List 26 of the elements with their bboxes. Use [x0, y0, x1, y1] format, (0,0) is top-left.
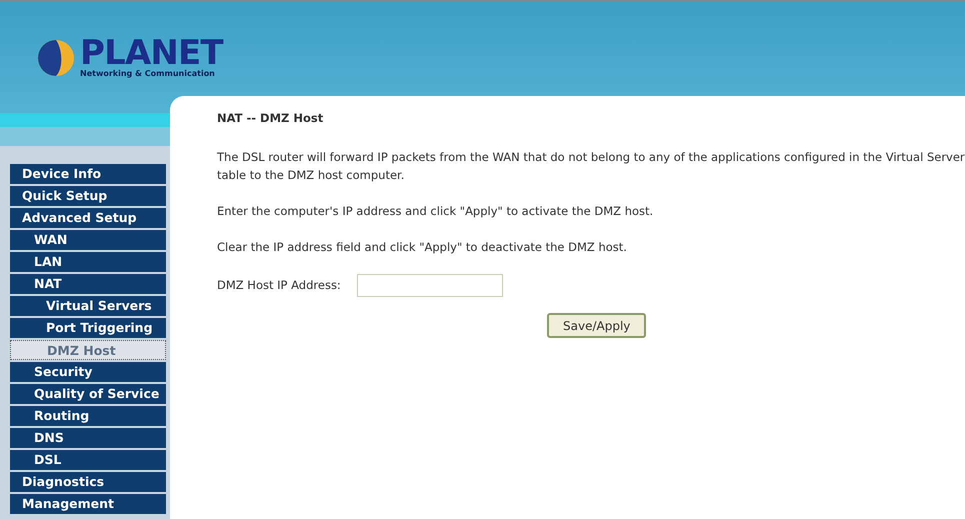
sidebar-item[interactable]: DSL: [10, 450, 166, 470]
sidebar-item[interactable]: Advanced Setup: [10, 208, 166, 228]
globe-icon: [36, 38, 76, 78]
sidebar-item[interactable]: Security: [10, 362, 166, 382]
sidebar-item[interactable]: DMZ Host: [10, 340, 166, 360]
description-text: The DSL router will forward IP packets from the WAN that do not belong to any of the applications configured in the Virtual Server table to the DMZ host computer.: [217, 149, 965, 184]
sidebar-item[interactable]: WAN: [10, 230, 166, 250]
logo-text: PLANET: [80, 37, 223, 69]
sidebar-item[interactable]: Diagnostics: [10, 472, 166, 492]
ip-address-field[interactable]: [356, 274, 503, 297]
sidebar-item[interactable]: DNS: [10, 428, 166, 448]
sidebar-item[interactable]: Virtual Servers: [10, 296, 166, 316]
save-apply-button[interactable]: Save/Apply: [547, 313, 646, 338]
instruction-text: Enter the computer's IP address and click "Apply" to activate the DMZ host.: [217, 203, 654, 220]
sidebar-item[interactable]: Quality of Service: [10, 384, 166, 404]
logo-tagline: Networking & Communication: [80, 69, 216, 79]
field-label: DMZ Host IP Address:: [217, 276, 341, 294]
sidebar-item[interactable]: Management: [10, 494, 166, 514]
sidebar-item[interactable]: Routing: [10, 406, 166, 426]
sidebar-item[interactable]: Quick Setup: [10, 186, 166, 206]
sidebar-item[interactable]: Port Triggering: [10, 318, 166, 338]
sidebar-item[interactable]: LAN: [10, 252, 166, 272]
page-title: NAT -- DMZ Host: [217, 110, 324, 126]
sidebar-item[interactable]: Device Info: [10, 164, 166, 184]
sidebar-item[interactable]: NAT: [10, 274, 166, 294]
instruction-text: Clear the IP address field and click "Apply" to deactivate the DMZ host.: [217, 239, 627, 256]
